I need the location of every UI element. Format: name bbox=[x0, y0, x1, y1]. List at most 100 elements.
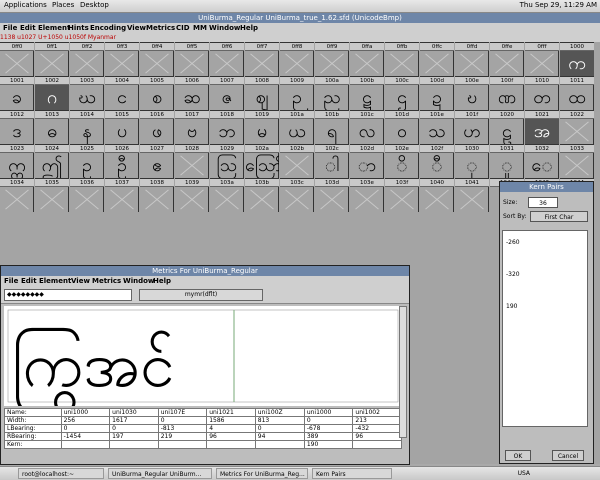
glyph-cell[interactable]: 1013 ဓ bbox=[35, 110, 69, 144]
metrics-cell[interactable]: -432 bbox=[352, 424, 402, 433]
glyph-cell[interactable]: 1018 ဘ bbox=[210, 110, 244, 144]
glyph-cell[interactable]: 101c လ bbox=[350, 110, 384, 144]
metrics-cell[interactable]: uni100Z bbox=[254, 408, 305, 417]
menu-cid[interactable]: CID bbox=[176, 24, 190, 32]
metrics-cell[interactable]: 96 bbox=[206, 432, 256, 441]
glyph-cell[interactable]: 1025 ဥ bbox=[70, 144, 104, 178]
desktop-menu[interactable]: Desktop bbox=[80, 1, 109, 9]
glyph-cell[interactable]: 1024 ဤ bbox=[35, 144, 69, 178]
glyph-cell[interactable]: 1012 ဒ bbox=[0, 110, 34, 144]
metrics-cell[interactable]: uni1000 bbox=[60, 408, 111, 417]
metrics-cell[interactable]: 813 bbox=[254, 416, 305, 425]
glyph-cell[interactable]: 100a ည bbox=[315, 76, 349, 110]
menu-edit[interactable]: Edit bbox=[20, 24, 36, 32]
glyph-cell[interactable]: 1038 bbox=[140, 178, 174, 212]
glyph-cell[interactable]: 0ff5 bbox=[175, 42, 209, 76]
metrics-cell[interactable]: uni1030 bbox=[109, 408, 159, 417]
glyph-cell[interactable]: 101e သ bbox=[420, 110, 454, 144]
glyph-cell[interactable]: 100b ဋ bbox=[350, 76, 384, 110]
glyph-cell[interactable]: 1026 ဦ bbox=[105, 144, 139, 178]
task-kernpairs[interactable]: Kern Pairs bbox=[312, 468, 392, 479]
glyph-cell[interactable]: 1027 ဧ bbox=[140, 144, 174, 178]
glyph-cell[interactable]: 103e bbox=[350, 178, 384, 212]
metrics-cell[interactable] bbox=[206, 440, 256, 449]
glyph-cell[interactable]: 1019 မ bbox=[245, 110, 279, 144]
glyph-cell[interactable]: 101a ယ bbox=[280, 110, 314, 144]
glyph-cell[interactable]: 0ffd bbox=[455, 42, 489, 76]
metrics-cell[interactable]: 0 bbox=[109, 424, 159, 433]
glyph-cell[interactable]: 0ff8 bbox=[280, 42, 314, 76]
glyph-cell[interactable]: 1015 ပ bbox=[105, 110, 139, 144]
glyph-cell[interactable]: 0ff2 bbox=[70, 42, 104, 76]
metrics-cell[interactable] bbox=[60, 440, 111, 449]
task-metrics[interactable]: Metrics For UniBurma_Reg... bbox=[216, 468, 308, 479]
metrics-cell[interactable]: 0 bbox=[60, 424, 111, 433]
glyph-cell[interactable]: 102fီ bbox=[420, 144, 454, 178]
glyph-cell[interactable]: 100f ဏ bbox=[490, 76, 524, 110]
metrics-cell[interactable]: 389 bbox=[303, 432, 354, 441]
metrics-cell[interactable]: 1586 bbox=[206, 416, 256, 425]
ok-button[interactable]: OK bbox=[505, 450, 531, 461]
glyph-cell[interactable]: 1004 င bbox=[105, 76, 139, 110]
glyph-cell[interactable]: 1017 ဗ bbox=[175, 110, 209, 144]
metrics-cell[interactable]: -813 bbox=[157, 424, 208, 433]
metrics-menu-help[interactable]: Help bbox=[153, 277, 171, 285]
glyph-cell[interactable]: 102dာ bbox=[350, 144, 384, 178]
metrics-cell[interactable]: uni1021 bbox=[206, 408, 256, 417]
metrics-cell[interactable] bbox=[109, 440, 159, 449]
glyph-cell[interactable]: 1016 ဖ bbox=[140, 110, 174, 144]
clock[interactable]: Thu Sep 29, 11:29 AM bbox=[520, 1, 597, 9]
glyph-cell[interactable]: 1037 bbox=[105, 178, 139, 212]
glyph-cell[interactable]: 0ff1 bbox=[35, 42, 69, 76]
metrics-cell[interactable]: 0 bbox=[303, 416, 354, 425]
metrics-menu-element[interactable]: Element bbox=[39, 277, 71, 285]
menu-help[interactable]: Help bbox=[240, 24, 258, 32]
glyph-cell[interactable]: 1002 ဂ bbox=[35, 76, 69, 110]
metrics-cell[interactable]: 0 bbox=[157, 416, 208, 425]
metrics-cell[interactable]: uni107E bbox=[157, 408, 208, 417]
menu-view[interactable]: View bbox=[127, 24, 146, 32]
glyph-cell[interactable]: 1010 တ bbox=[525, 76, 559, 110]
menu-hints[interactable]: Hints bbox=[68, 24, 89, 32]
glyph-cell[interactable]: 1007 ဇ bbox=[210, 76, 244, 110]
glyph-cell[interactable]: 1021 အ bbox=[525, 110, 559, 144]
glyph-cell[interactable]: 1020 ဠ bbox=[490, 110, 524, 144]
glyph-cell[interactable]: 103d bbox=[315, 178, 349, 212]
kern-list[interactable]: -260 -320 190 bbox=[502, 230, 588, 427]
locale-indicator[interactable]: USA bbox=[518, 470, 530, 477]
metrics-menu-metrics[interactable]: Metrics bbox=[92, 277, 121, 285]
glyph-cell[interactable]: 0ff9 bbox=[315, 42, 349, 76]
glyph-cell[interactable]: 100e ဎ bbox=[455, 76, 489, 110]
metrics-cell[interactable]: -678 bbox=[303, 424, 354, 433]
metrics-cell[interactable]: 197 bbox=[109, 432, 159, 441]
glyph-cell[interactable]: 0ffe bbox=[490, 42, 524, 76]
glyph-cell[interactable]: 1029 ဩ bbox=[210, 144, 244, 178]
glyph-cell[interactable]: 102b bbox=[280, 144, 314, 178]
kern-entry[interactable]: -320 bbox=[506, 271, 520, 278]
glyph-cell[interactable]: 1000 က bbox=[560, 42, 594, 76]
glyph-cell[interactable]: 1008 ဈ bbox=[245, 76, 279, 110]
glyph-cell[interactable]: 1001 ခ bbox=[0, 76, 34, 110]
glyph-cell[interactable]: 103c bbox=[280, 178, 314, 212]
glyph-cell[interactable]: 1033 bbox=[560, 144, 594, 178]
glyph-cell[interactable]: 1030ု bbox=[455, 144, 489, 178]
size-field[interactable]: 36 bbox=[528, 197, 558, 208]
glyph-cell[interactable]: 1023 ဣ bbox=[0, 144, 34, 178]
glyph-cell[interactable]: 1022 bbox=[560, 110, 594, 144]
glyph-cell[interactable]: 1031ူ bbox=[490, 144, 524, 178]
glyph-cell[interactable]: 0ff6 bbox=[210, 42, 244, 76]
glyph-cell[interactable]: 1011 ထ bbox=[560, 76, 594, 110]
applications-menu[interactable]: Applications bbox=[4, 1, 47, 9]
glyph-cell[interactable]: 1003 ဃ bbox=[70, 76, 104, 110]
metrics-scrollbar[interactable] bbox=[399, 306, 407, 438]
metrics-cell[interactable]: 190 bbox=[303, 440, 354, 449]
cancel-button[interactable]: Cancel bbox=[552, 450, 584, 461]
metrics-cell[interactable] bbox=[352, 440, 402, 449]
metrics-menu-file[interactable]: File bbox=[4, 277, 18, 285]
glyph-cell[interactable]: 103b bbox=[245, 178, 279, 212]
glyph-cell[interactable]: 102a ဪ bbox=[245, 144, 279, 178]
glyph-cell[interactable]: 102cါ bbox=[315, 144, 349, 178]
glyph-cell[interactable]: 0fff bbox=[525, 42, 559, 76]
metrics-cell[interactable]: 94 bbox=[254, 432, 305, 441]
glyph-cell[interactable]: 0ffb bbox=[385, 42, 419, 76]
